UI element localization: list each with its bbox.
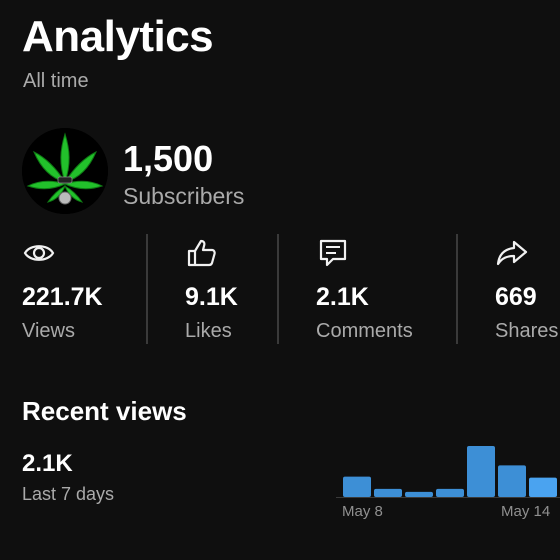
chart-bar	[467, 446, 495, 497]
period-selector[interactable]: All time	[23, 70, 89, 93]
comment-icon	[316, 238, 350, 268]
thumbs-up-icon	[185, 238, 219, 268]
recent-views-chart[interactable]: May 8 May 14	[336, 440, 560, 530]
share-icon	[495, 238, 529, 268]
recent-views-value: 2.1K	[22, 450, 73, 477]
cannabis-leaf-icon	[22, 128, 108, 214]
eye-icon	[22, 238, 56, 268]
stat-likes-value: 9.1K	[185, 283, 238, 311]
stat-divider	[456, 234, 458, 344]
chart-bar	[436, 488, 464, 497]
chart-tick-label: May 14	[501, 503, 550, 520]
subscriber-count: 1,500	[123, 138, 214, 179]
stat-views-value: 221.7K	[22, 283, 103, 311]
channel-avatar[interactable]	[22, 128, 108, 214]
page-title: Analytics	[22, 12, 214, 61]
recent-views-heading: Recent views	[22, 396, 187, 426]
stat-shares-label: Shares	[495, 320, 559, 342]
chart-bar	[529, 477, 557, 497]
stat-divider	[277, 234, 279, 344]
subscriber-label: Subscribers	[123, 183, 245, 209]
chart-bar	[343, 476, 371, 497]
chart-bar	[374, 488, 402, 497]
recent-views-period: Last 7 days	[22, 484, 115, 504]
stat-comments-label: Comments	[316, 320, 413, 342]
stat-divider	[146, 234, 148, 344]
chart-bar	[405, 491, 433, 497]
stat-shares-value: 669	[495, 283, 537, 311]
stat-comments-value: 2.1K	[316, 283, 369, 311]
chart-tick-label: May 8	[342, 503, 383, 520]
stat-views-label: Views	[22, 320, 75, 342]
stat-likes-label: Likes	[185, 320, 232, 342]
stats-row: 221.7K Views 9.1K Likes 2.1K Comments 66…	[0, 228, 560, 348]
chart-bar	[498, 465, 526, 497]
